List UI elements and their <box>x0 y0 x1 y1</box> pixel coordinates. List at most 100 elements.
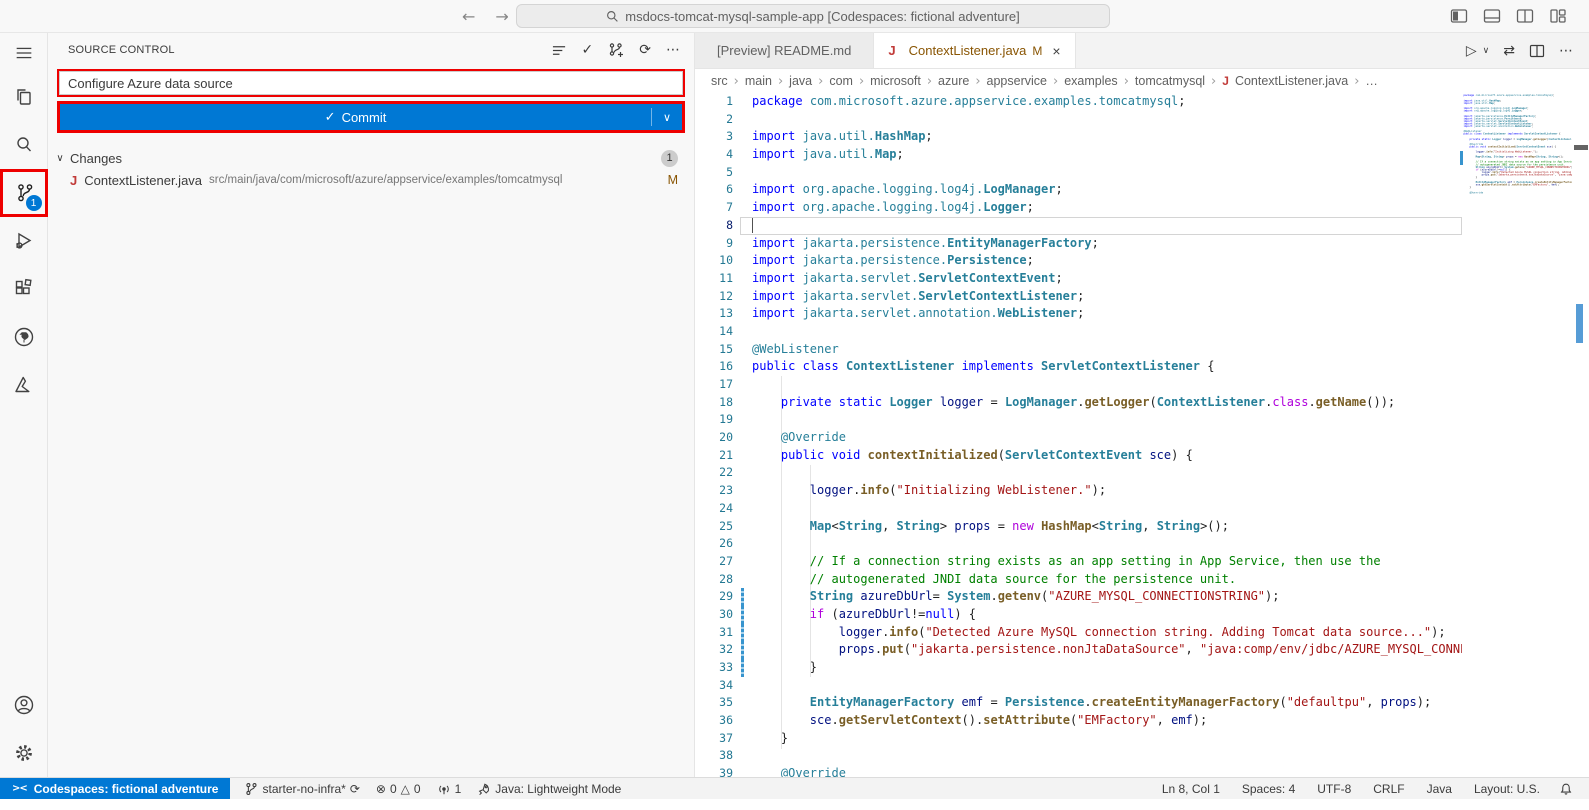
back-icon[interactable]: ← <box>462 7 475 26</box>
toggle-sidebar-icon[interactable] <box>1450 7 1468 25</box>
close-tab-icon[interactable]: × <box>1052 43 1060 59</box>
code-editor[interactable]: 1 package com.microsoft.azure.appservice.… <box>695 93 1589 777</box>
menu-button[interactable] <box>0 33 48 73</box>
create-branch-icon[interactable] <box>608 42 624 58</box>
code-line[interactable]: 32 props.put("jakarta.persistence.nonJta… <box>695 641 1462 659</box>
code-line[interactable]: 15@WebListener <box>695 341 1462 359</box>
settings-button[interactable] <box>0 729 48 777</box>
breadcrumb-item: appservice <box>987 74 1047 88</box>
code-line[interactable]: 9import jakarta.persistence.EntityManage… <box>695 235 1462 253</box>
code-line[interactable]: 12import jakarta.servlet.ServletContextL… <box>695 288 1462 306</box>
line-number: 32 <box>695 641 740 659</box>
more-actions-icon[interactable]: ⋯ <box>666 43 680 57</box>
sidebar-item-azure[interactable] <box>0 361 48 409</box>
run-java-icon[interactable]: ▷ <box>1466 43 1477 59</box>
tab-readme-preview[interactable]: [Preview] README.md <box>695 33 874 68</box>
code-line[interactable]: 24 <box>695 500 1462 518</box>
commit-button[interactable]: ✓ Commit <box>60 110 651 125</box>
notifications-bell-icon[interactable] <box>1559 782 1573 796</box>
code-line[interactable]: 22 <box>695 464 1462 482</box>
code-line[interactable]: 36 sce.getServletContext().setAttribute(… <box>695 712 1462 730</box>
code-line[interactable]: 34 <box>695 677 1462 695</box>
toggle-panel-icon[interactable] <box>1483 7 1501 25</box>
line-content <box>740 500 1462 518</box>
code-line[interactable]: 20 @Override <box>695 429 1462 447</box>
code-line[interactable]: 31 logger.info("Detected Azure MySQL con… <box>695 624 1462 642</box>
split-editor-icon[interactable] <box>1529 43 1545 59</box>
sidebar-item-explorer[interactable] <box>0 73 48 121</box>
command-center-search[interactable]: msdocs-tomcat-mysql-sample-app [Codespac… <box>516 4 1110 28</box>
sidebar-item-extensions[interactable] <box>0 265 48 313</box>
code-line[interactable]: 35 EntityManagerFactory emf = Persistenc… <box>695 694 1462 712</box>
code-line[interactable]: 6import org.apache.logging.log4j.LogMana… <box>695 181 1462 199</box>
open-changes-icon[interactable]: ⇄ <box>1503 43 1515 59</box>
line-content: @Override <box>740 429 1462 447</box>
indentation-indicator[interactable]: Spaces: 4 <box>1233 782 1304 796</box>
code-line[interactable]: 5 <box>695 164 1462 182</box>
layout-indicator[interactable]: Layout: U.S. <box>1465 782 1549 796</box>
code-line[interactable]: 10import jakarta.persistence.Persistence… <box>695 252 1462 270</box>
code-line[interactable]: 18 private static Logger logger = LogMan… <box>695 394 1462 412</box>
code-line[interactable]: 28 // autogenerated JNDI data source for… <box>695 571 1462 589</box>
remote-indicator[interactable]: >< Codespaces: fictional adventure <box>0 778 230 799</box>
breadcrumb-separator-icon: › <box>778 74 783 89</box>
refresh-icon[interactable]: ⟳ <box>639 43 651 57</box>
eol-indicator[interactable]: CRLF <box>1364 782 1413 796</box>
problems-indicator[interactable]: ⊗ 0 △ 0 <box>368 782 429 796</box>
ports-indicator[interactable]: 1 <box>429 782 470 796</box>
line-number: 34 <box>695 677 740 695</box>
sidebar-item-github[interactable] <box>0 313 48 361</box>
code-line[interactable]: 2 <box>695 111 1462 129</box>
code-line[interactable]: 1package com.microsoft.azure.appservice.… <box>695 93 1462 111</box>
code-line[interactable]: 30 if (azureDbUrl!=null) { <box>695 606 1462 624</box>
code-line[interactable]: 37 } <box>695 730 1462 748</box>
code-line[interactable]: 25 Map<String, String> props = new HashM… <box>695 518 1462 536</box>
commit-dropdown-button[interactable]: ∨ <box>652 111 682 124</box>
code-line[interactable]: 7import org.apache.logging.log4j.Logger; <box>695 199 1462 217</box>
code-line[interactable]: 38 <box>695 747 1462 765</box>
minimap[interactable]: package com.microsoft.azure.appservice.e… <box>1462 93 1572 777</box>
tab-contextlistener[interactable]: J ContextListener.java M × <box>874 33 1075 68</box>
line-number: 1 <box>695 93 740 111</box>
code-line[interactable]: 21 public void contextInitialized(Servle… <box>695 447 1462 465</box>
cursor-position[interactable]: Ln 8, Col 1 <box>1153 782 1229 796</box>
changed-file-row[interactable]: J ContextListener.java src/main/java/com… <box>48 169 694 191</box>
code-line[interactable]: 19 <box>695 411 1462 429</box>
code-line[interactable]: 3import java.util.HashMap; <box>695 128 1462 146</box>
code-line[interactable]: 23 logger.info("Initializing WebListener… <box>695 482 1462 500</box>
split-layout-icon[interactable] <box>1516 7 1534 25</box>
code-line[interactable]: 13import jakarta.servlet.annotation.WebL… <box>695 305 1462 323</box>
code-line[interactable]: 39 @Override <box>695 765 1462 777</box>
overview-ruler[interactable] <box>1572 93 1589 777</box>
code-line[interactable]: 16public class ContextListener implement… <box>695 358 1462 376</box>
commit-action-icon[interactable]: ✓ <box>582 43 594 57</box>
commit-message-input[interactable] <box>59 71 683 95</box>
run-dropdown-icon[interactable]: ∨ <box>1483 46 1490 56</box>
code-line[interactable]: 8 <box>695 217 1462 235</box>
sidebar-item-source-control[interactable]: 1 <box>0 169 48 217</box>
changes-section-header[interactable]: ∨ Changes 1 <box>48 147 694 169</box>
code-line[interactable]: 17 <box>695 376 1462 394</box>
line-content: import jakarta.persistence.EntityManager… <box>740 235 1462 253</box>
code-line[interactable]: 4import java.util.Map; <box>695 146 1462 164</box>
breadcrumb[interactable]: src›main›java›com›microsoft›azure›appser… <box>695 69 1589 93</box>
code-line[interactable]: 29 String azureDbUrl= System.getenv("AZU… <box>695 588 1462 606</box>
more-actions-icon[interactable]: ⋯ <box>1559 43 1573 59</box>
encoding-indicator[interactable]: UTF-8 <box>1308 782 1360 796</box>
view-as-list-icon[interactable] <box>552 43 567 58</box>
account-button[interactable] <box>0 681 48 729</box>
sidebar-item-run-debug[interactable] <box>0 217 48 265</box>
java-mode-indicator[interactable]: Java: Lightweight Mode <box>469 782 629 796</box>
line-content: Map<String, String> props = new HashMap<… <box>740 518 1462 536</box>
branch-indicator[interactable]: starter-no-infra* ⟳ <box>236 782 367 796</box>
forward-icon[interactable]: → <box>495 7 508 26</box>
line-number: 26 <box>695 535 740 553</box>
code-line[interactable]: 33 } <box>695 659 1462 677</box>
customize-layout-icon[interactable] <box>1549 7 1567 25</box>
code-line[interactable]: 14 <box>695 323 1462 341</box>
code-line[interactable]: 27 // If a connection string exists as a… <box>695 553 1462 571</box>
code-line[interactable]: 11import jakarta.servlet.ServletContextE… <box>695 270 1462 288</box>
sidebar-item-search[interactable] <box>0 121 48 169</box>
code-line[interactable]: 26 <box>695 535 1462 553</box>
language-indicator[interactable]: Java <box>1418 782 1461 796</box>
